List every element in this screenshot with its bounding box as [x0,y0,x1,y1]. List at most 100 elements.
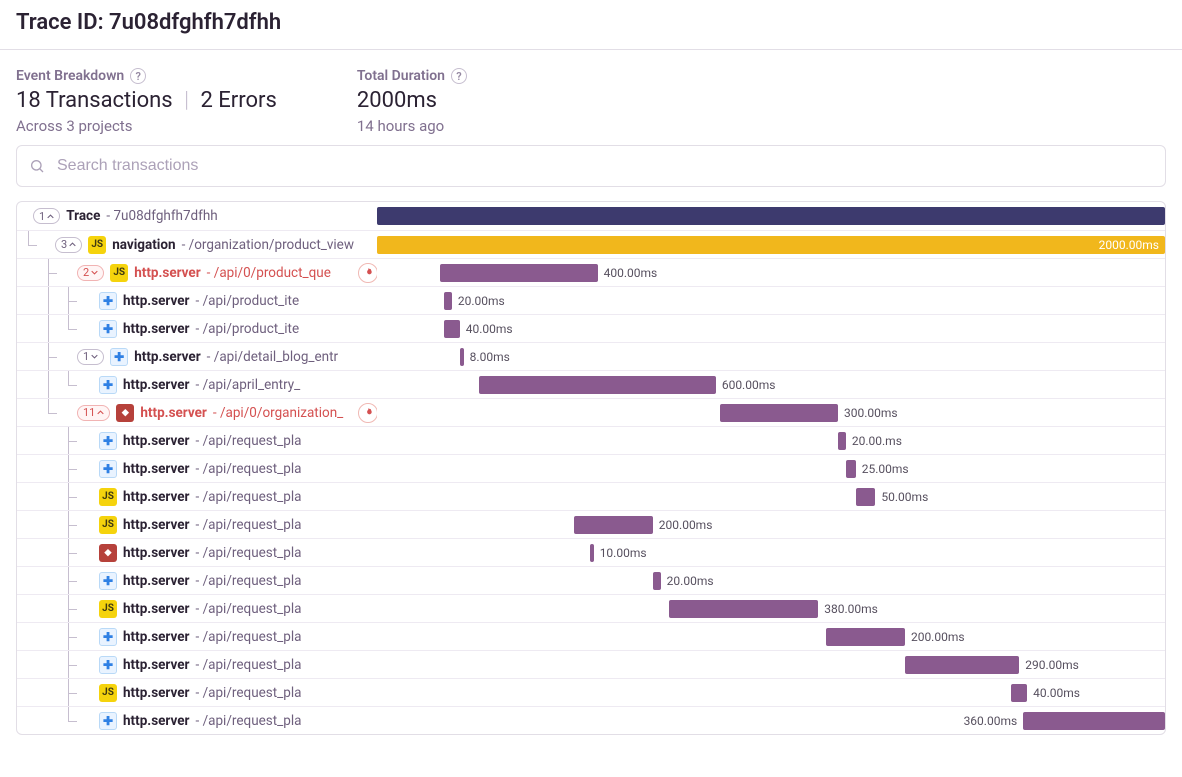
waterfall-row[interactable]: ✚http.server - /api/request_pla290.00ms [17,650,1165,678]
tree-connector [41,427,55,454]
span-operation: http.server [123,489,189,505]
duration-bar[interactable] [846,460,856,478]
waterfall-row[interactable]: 3 JSnavigation - /organization/product_v… [17,230,1165,258]
duration-bar[interactable] [826,628,905,646]
duration-label: 20.00ms [452,287,505,315]
span-description: - /api/detail_blog_entr [207,349,338,365]
tree-connector [21,679,35,706]
waterfall-row[interactable]: 1 ✚http.server - /api/detail_blog_entr8.… [17,342,1165,370]
tree-connector [21,259,35,286]
child-count-pill[interactable]: 1 [77,349,104,365]
tree-connector [21,343,35,370]
tree-connector [61,315,75,342]
help-icon[interactable]: ? [451,68,467,84]
duration-bar[interactable] [1011,684,1027,702]
span-operation: http.server [123,545,189,561]
transactions-count: 18 Transactions [16,88,173,113]
search-bar[interactable] [16,145,1166,187]
waterfall-row[interactable]: ✚http.server - /api/request_pla25.00ms [17,454,1165,482]
tree-connector [61,511,75,538]
duration-bar[interactable] [440,264,598,282]
span-operation: http.server [123,713,189,729]
waterfall-row[interactable]: ✚http.server - /api/request_pla200.00ms [17,622,1165,650]
span-operation: http.server [123,377,189,393]
span-operation: http.server [123,433,189,449]
duration-bar[interactable] [838,432,846,450]
tree-connector [41,483,55,510]
tree-connector [21,567,35,594]
span-operation: http.server [123,461,189,477]
span-operation: http.server [123,629,189,645]
waterfall-row[interactable]: JShttp.server - /api/request_pla40.00ms [17,678,1165,706]
ruby-icon: ◆ [99,544,117,562]
project-icon: ✚ [99,656,117,674]
span-operation: http.server [134,349,200,365]
tree-connector [41,679,55,706]
span-operation: http.server [123,573,189,589]
tree-connector [21,539,35,566]
tree-connector [21,371,35,398]
waterfall-row[interactable]: ✚http.server - /api/request_pla20.00.ms [17,426,1165,454]
error-fire-icon[interactable] [358,263,377,283]
search-input[interactable] [55,156,1153,176]
tree-connector [61,455,75,482]
duration-label: 360.00ms [964,707,1024,735]
duration-bar[interactable] [1023,712,1165,730]
waterfall-row[interactable]: ✚http.server - /api/april_entry_600.00ms [17,370,1165,398]
errors-count: 2 Errors [200,88,276,113]
duration-bar[interactable] [377,207,1165,225]
child-count-pill[interactable]: 1 [33,208,60,224]
duration-label: 290.00ms [1019,651,1079,679]
tree-connector [61,287,75,314]
span-description: - /api/request_pla [195,685,301,701]
duration-label: 40.00ms [460,315,513,343]
duration-bar[interactable] [856,488,876,506]
duration-bar[interactable] [669,600,819,618]
help-icon[interactable]: ? [130,68,146,84]
duration-bar[interactable] [574,516,653,534]
span-description: - /organization/product_view [182,237,354,253]
waterfall-row[interactable]: 2 JShttp.server - /api/0/product_que400.… [17,258,1165,286]
span-description: - /api/product_ite [195,321,299,337]
span-operation: http.server [123,601,189,617]
search-icon [29,158,45,174]
tree-connector [21,427,35,454]
tree-connector [41,511,55,538]
waterfall-row[interactable]: 1 Trace - 7u08dfghfh7dfhh [17,202,1165,230]
waterfall-row[interactable]: JShttp.server - /api/request_pla200.00ms [17,510,1165,538]
tree-connector [41,371,55,398]
span-operation: http.server [134,265,200,281]
duration-bar[interactable] [444,320,460,338]
trace-waterfall[interactable]: 1 Trace - 7u08dfghfh7dfhh3 JSnavigation … [16,201,1166,735]
trace-id-title: Trace ID: 7u08dfghfh7dfhh [16,10,1166,35]
duration-bar[interactable] [653,572,661,590]
duration-bar[interactable] [444,292,452,310]
tree-connector [61,483,75,510]
child-count-pill[interactable]: 2 [77,265,104,281]
duration-bar[interactable] [720,404,838,422]
duration-label: 10.00ms [594,539,647,567]
tree-connector [21,651,35,678]
tree-connector [41,315,55,342]
span-description: - /api/request_pla [195,629,301,645]
project-icon: ✚ [99,572,117,590]
duration-bar[interactable] [905,656,1019,674]
duration-bar[interactable] [479,376,715,394]
waterfall-row[interactable]: ✚http.server - /api/request_pla360.00ms [17,706,1165,734]
waterfall-row[interactable]: ✚http.server - /api/product_ite40.00ms [17,314,1165,342]
js-icon: JS [99,684,117,702]
waterfall-row[interactable]: JShttp.server - /api/request_pla380.00ms [17,594,1165,622]
error-fire-icon[interactable] [358,403,377,423]
waterfall-row[interactable]: ✚http.server - /api/request_pla20.00ms [17,566,1165,594]
waterfall-row[interactable]: ✚http.server - /api/product_ite20.00ms [17,286,1165,314]
span-description: - /api/request_pla [195,433,301,449]
js-icon: JS [99,516,117,534]
span-description: - /api/product_ite [195,293,299,309]
child-count-pill[interactable]: 3 [55,237,82,253]
waterfall-row[interactable]: JShttp.server - /api/request_pla50.00ms [17,482,1165,510]
child-count-pill[interactable]: 11 [77,405,110,421]
tree-connector [21,483,35,510]
waterfall-row[interactable]: 11 ◆http.server - /api/0/organization_30… [17,398,1165,426]
tree-connector [41,343,55,370]
waterfall-row[interactable]: ◆http.server - /api/request_pla10.00ms [17,538,1165,566]
